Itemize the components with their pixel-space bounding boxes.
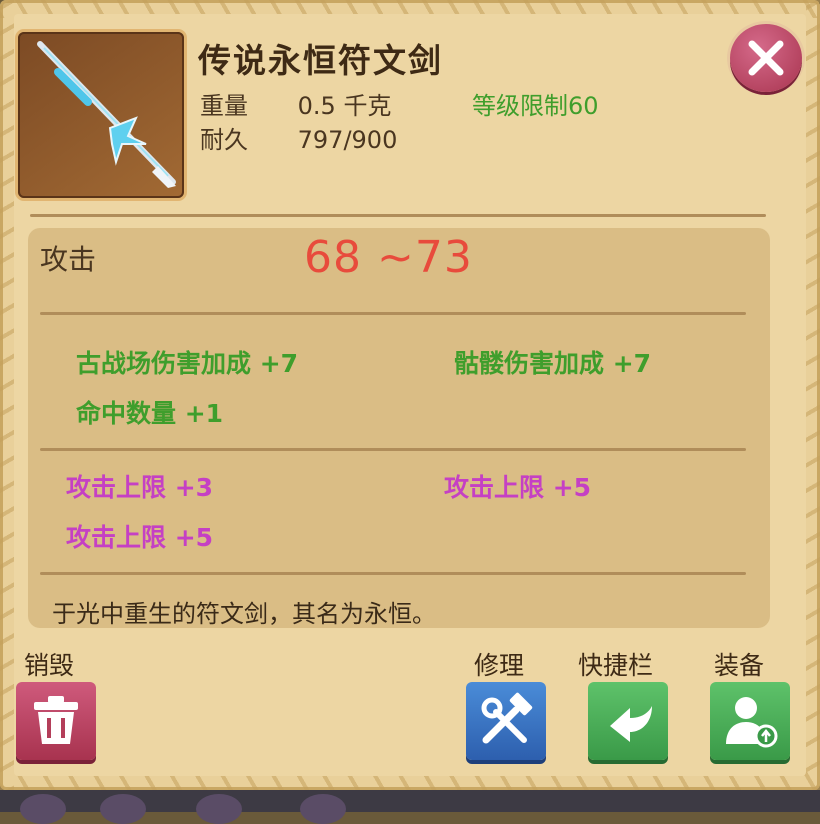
- weight-label: 重量: [200, 92, 248, 120]
- durability-row: 耐久 797/900: [200, 120, 397, 155]
- bottom-bar: [0, 790, 820, 824]
- sword-icon: [37, 41, 176, 188]
- bonus-attack-cap-1: 攻击上限 +3: [66, 473, 214, 502]
- repair-button[interactable]: [466, 682, 546, 760]
- durability-value: 797/900: [297, 126, 398, 154]
- user-badge-icon: [726, 697, 778, 748]
- equip-label: 装备: [714, 651, 765, 680]
- item-name: 传说永恒符文剑: [198, 41, 443, 80]
- destroy-label: 销毁: [24, 651, 75, 680]
- bonus-skeleton: 骷髅伤害加成 +7: [454, 349, 652, 378]
- hammer-wrench-icon: [481, 692, 533, 744]
- attack-value: 68 ~73: [304, 232, 473, 283]
- description-divider: [40, 572, 746, 575]
- trash-icon: [34, 696, 78, 744]
- weight-row: 重量 0.5 千克: [200, 86, 391, 121]
- weight-value: 0.5 千克: [297, 92, 392, 120]
- item-description: 于光中重生的符文剑，其名为永恒。: [52, 600, 436, 628]
- attack-divider: [40, 312, 746, 315]
- bonus-attack-cap-2: 攻击上限 +5: [444, 473, 592, 502]
- destroy-button[interactable]: [16, 682, 96, 760]
- header-divider: [30, 214, 766, 217]
- quickbar-button[interactable]: [588, 682, 668, 760]
- equip-button[interactable]: [710, 682, 790, 760]
- durability-label: 耐久: [200, 126, 248, 154]
- item-icon-frame: [18, 32, 184, 198]
- bonus-ancient-battlefield: 古战场伤害加成 +7: [76, 349, 299, 378]
- repair-label: 修理: [474, 651, 525, 680]
- close-icon: [748, 40, 784, 76]
- attack-label: 攻击: [40, 243, 97, 276]
- bonus-divider: [40, 448, 746, 451]
- arrow-left-icon: [610, 706, 652, 742]
- close-button[interactable]: [730, 24, 802, 92]
- bonus-hit-count: 命中数量 +1: [76, 399, 224, 428]
- bonus-attack-cap-3: 攻击上限 +5: [66, 523, 214, 552]
- quickbar-label: 快捷栏: [578, 651, 654, 680]
- level-requirement: 等级限制60: [472, 92, 599, 120]
